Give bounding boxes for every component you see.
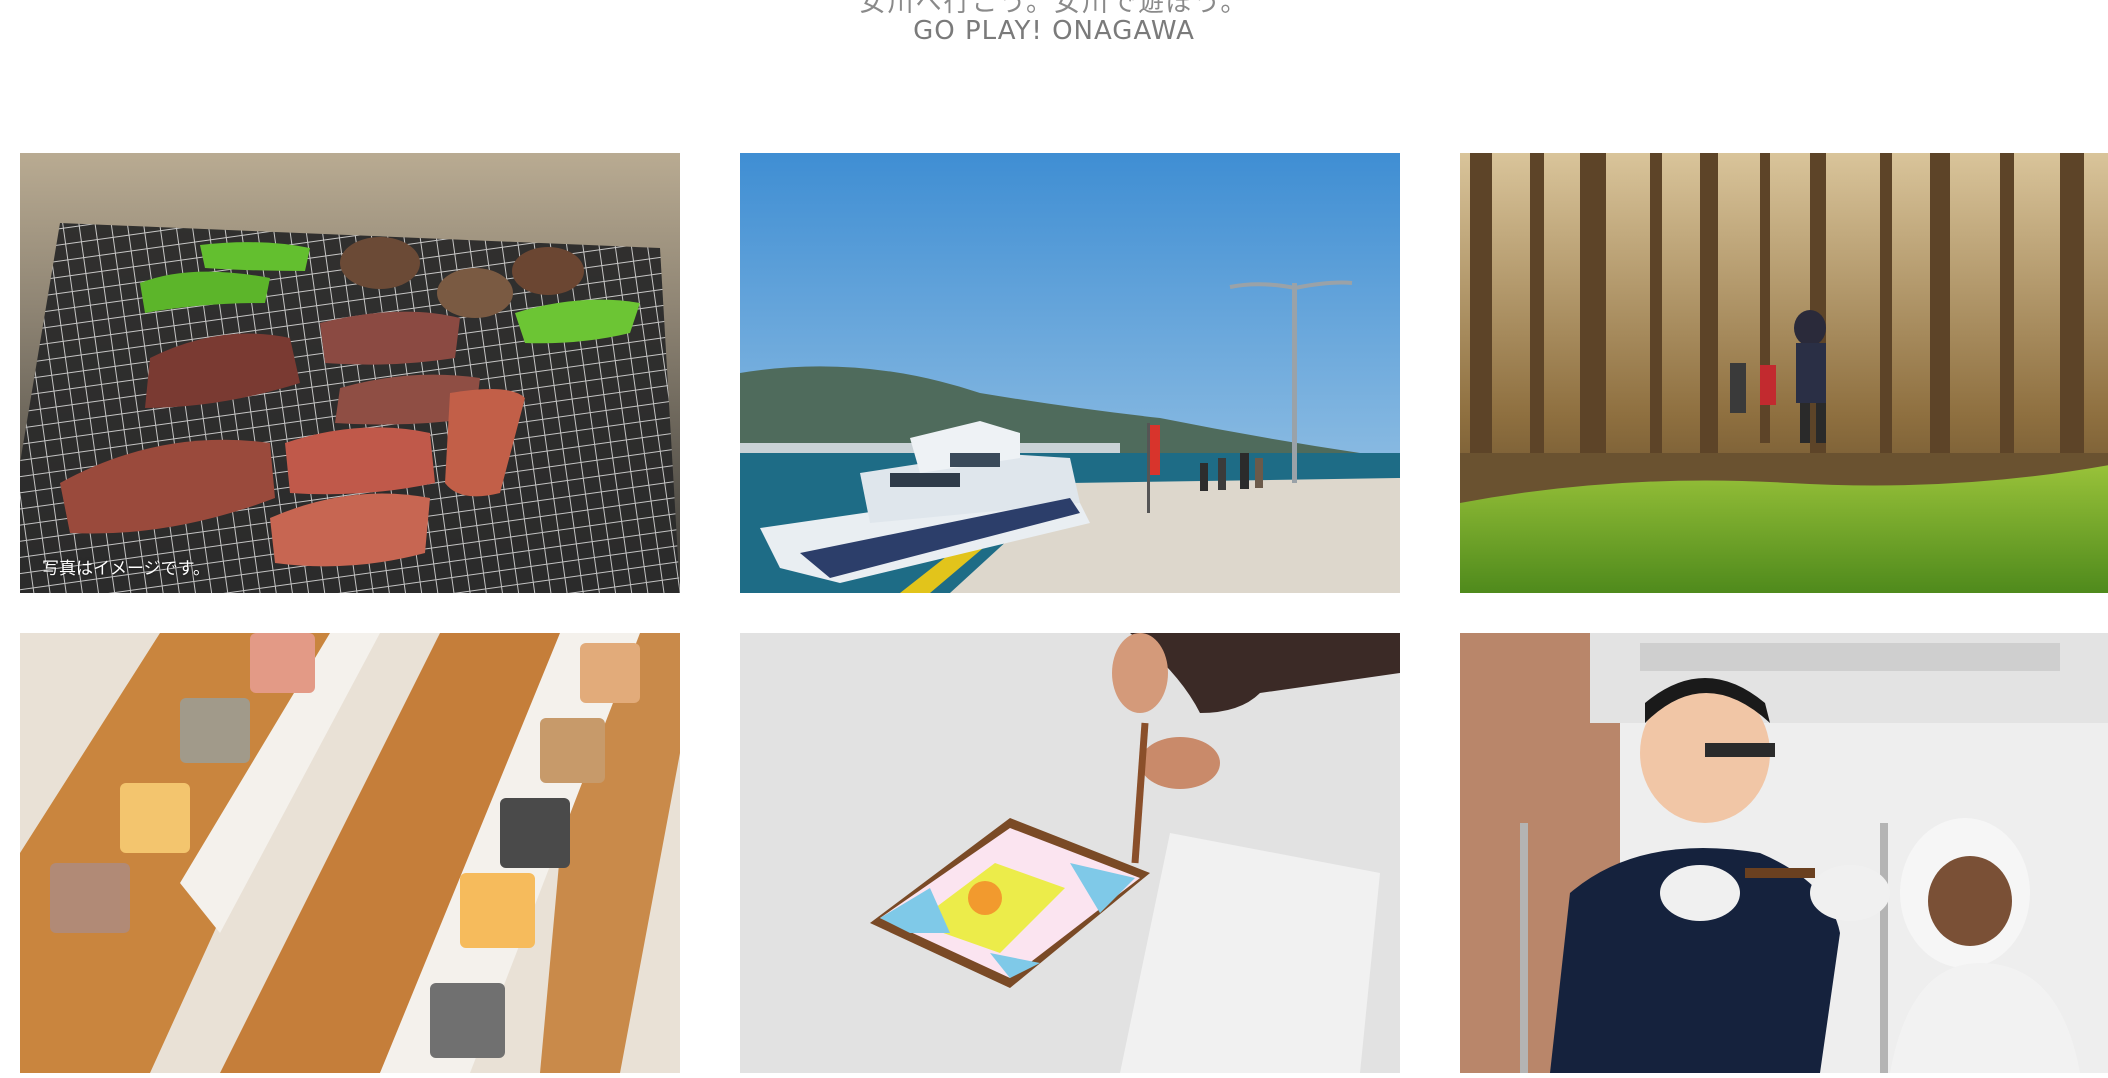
- forest-hike-photo: [1460, 153, 2108, 593]
- gallery-tile-soap[interactable]: [20, 633, 680, 1073]
- ferry-pier-photo: [740, 153, 1400, 593]
- soap-samples-photo: [20, 633, 680, 1073]
- gallery-tile-ferry[interactable]: [740, 153, 1400, 593]
- gallery-tile-forest[interactable]: [1460, 153, 2108, 593]
- gallery-tile-factory[interactable]: [1460, 633, 2108, 1073]
- image-caption: 写真はイメージです。: [42, 559, 210, 579]
- tile-painting-photo: [740, 633, 1400, 1073]
- gallery-page: 女川へ行こう。女川で遊ぼう。 GO PLAY! ONAGAWA 写真はイメージで…: [0, 0, 2108, 1078]
- bbq-grill-photo: [20, 153, 680, 593]
- factory-tasting-photo: [1460, 633, 2108, 1073]
- gallery-tile-painting[interactable]: [740, 633, 1400, 1073]
- header-title-en: GO PLAY! ONAGAWA: [913, 16, 1195, 46]
- gallery-tile-bbq[interactable]: 写真はイメージです。: [20, 153, 680, 593]
